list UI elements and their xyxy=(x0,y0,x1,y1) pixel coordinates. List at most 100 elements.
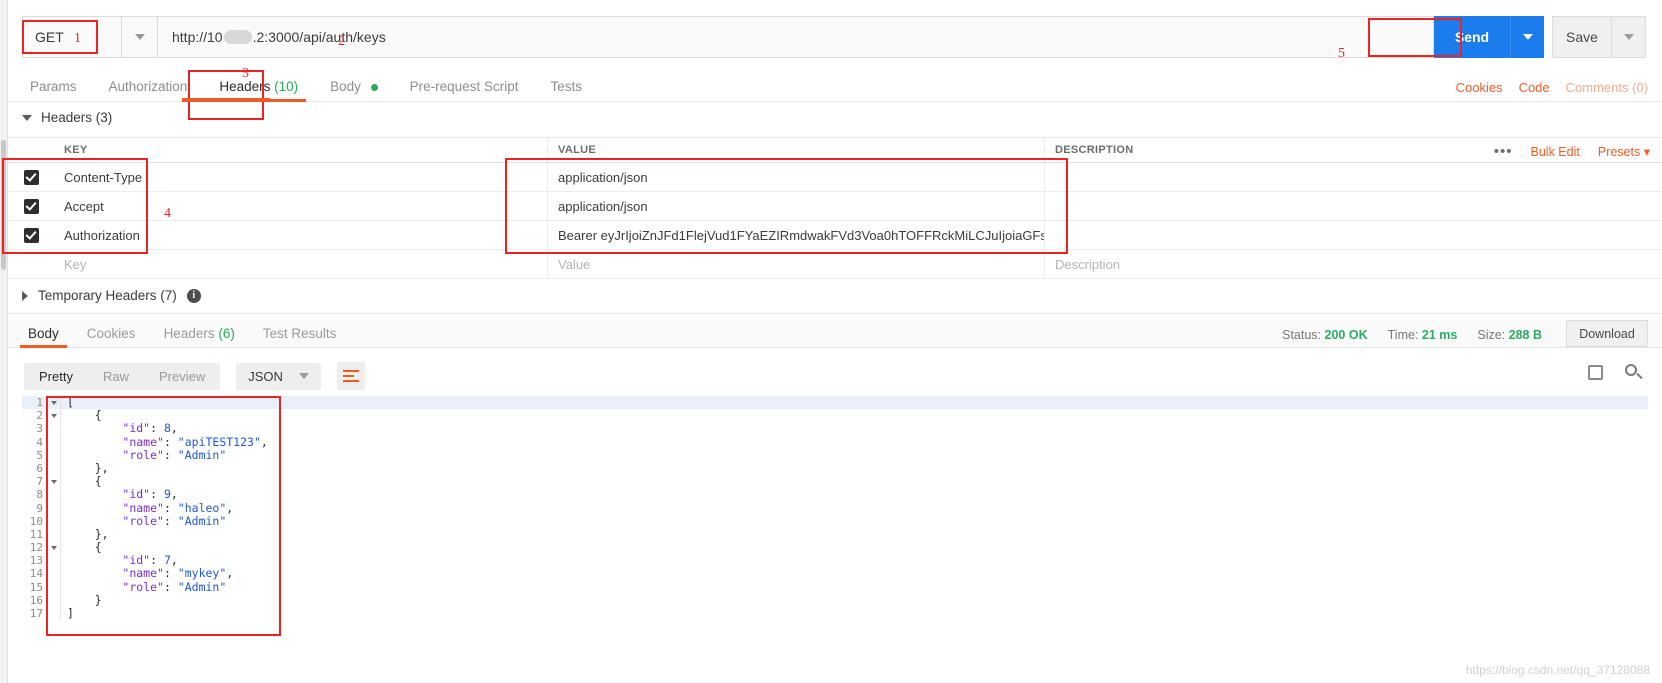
code-line: 12 { xyxy=(22,540,1648,555)
download-button[interactable]: Download xyxy=(1566,320,1648,347)
row-checkbox-cell[interactable] xyxy=(8,192,54,220)
token-key: "id" xyxy=(122,421,151,436)
checkbox-checked-icon[interactable] xyxy=(23,169,39,185)
copy-icon[interactable] xyxy=(1588,365,1603,380)
code-line: 8 "id": 9, xyxy=(22,487,1648,502)
header-description[interactable] xyxy=(1045,221,1662,249)
line-number: 7 xyxy=(36,475,43,489)
token-num: 7 xyxy=(163,553,171,568)
header-description[interactable] xyxy=(1045,163,1662,191)
token-key: "role" xyxy=(122,447,164,462)
http-method-select[interactable]: GET xyxy=(22,16,122,58)
size-value: 288 B xyxy=(1508,328,1542,342)
header-key[interactable]: Accept xyxy=(54,192,548,220)
fold-toggle-icon[interactable] xyxy=(48,479,60,484)
row-checkbox-cell[interactable] xyxy=(8,221,54,249)
chevron-down-icon xyxy=(134,34,145,40)
headers-table-actions: ••• Bulk Edit Presets ▾ xyxy=(1494,139,1650,164)
new-header-key-input[interactable]: Key xyxy=(54,250,548,278)
token-key: "id" xyxy=(122,487,151,502)
save-button[interactable]: Save xyxy=(1552,16,1612,58)
comments-link[interactable]: Comments (0) xyxy=(1566,80,1648,95)
request-tabs: Params Authorization Headers (10) Body P… xyxy=(8,72,1662,102)
row-checkbox-cell[interactable] xyxy=(8,250,54,278)
tab-params[interactable]: Params xyxy=(14,79,93,101)
response-body-code[interactable]: 1[2 {3 "id": 8, 4 "name": "apiTEST123", 5 … xyxy=(22,395,1648,683)
header-value[interactable]: application/json xyxy=(548,163,1045,191)
time-label: Time: xyxy=(1387,328,1419,342)
view-pretty[interactable]: Pretty xyxy=(24,363,88,390)
token-punct: : xyxy=(163,579,178,594)
cookies-link[interactable]: Cookies xyxy=(1456,80,1503,95)
temporary-headers-toggle[interactable]: Temporary Headers (7) i xyxy=(22,288,201,303)
header-key[interactable]: Content-Type xyxy=(54,163,548,191)
fold-toggle-icon[interactable] xyxy=(48,400,60,405)
checkbox-checked-icon[interactable] xyxy=(23,198,39,214)
fold-toggle-icon[interactable] xyxy=(48,413,60,418)
body-tools-right xyxy=(1588,364,1643,381)
header-value[interactable]: Bearer eyJrIjoiZnJFd1FlejVud1FYaEZIRmdwa… xyxy=(548,221,1045,249)
left-scrollbar-thumb[interactable] xyxy=(1,140,6,270)
response-tab-body[interactable]: Body xyxy=(14,326,73,348)
search-icon[interactable] xyxy=(1625,364,1643,381)
tab-headers[interactable]: Headers (10) xyxy=(203,79,314,102)
token-punct: , xyxy=(170,421,178,436)
code-line: 13 "id": 7, xyxy=(22,553,1648,568)
save-options-dropdown[interactable] xyxy=(1612,16,1646,58)
table-row[interactable]: Authorization Bearer eyJrIjoiZnJFd1FlejV… xyxy=(8,221,1662,250)
time-badge: Time: 21 ms xyxy=(1388,328,1458,342)
tab-label: Test Results xyxy=(262,326,337,341)
new-header-value-input[interactable]: Value xyxy=(548,250,1045,278)
token-punct: { xyxy=(94,540,102,555)
http-method-dropdown-toggle[interactable] xyxy=(122,16,158,58)
tab-authorization[interactable]: Authorization xyxy=(93,79,204,101)
code-text: ] xyxy=(61,606,74,620)
header-key[interactable]: Authorization xyxy=(54,221,548,249)
token-punct: , xyxy=(170,487,178,502)
line-number: 16 xyxy=(29,593,43,607)
tab-pre-request-script[interactable]: Pre-request Script xyxy=(394,79,535,101)
view-preview[interactable]: Preview xyxy=(144,363,220,390)
token-num: 8 xyxy=(163,421,171,436)
token-punct: [ xyxy=(67,395,74,409)
chevron-down-icon xyxy=(1522,34,1533,40)
response-tab-test-results[interactable]: Test Results xyxy=(249,326,351,347)
headers-section-toggle[interactable]: Headers (3) xyxy=(22,110,112,125)
info-icon[interactable]: i xyxy=(186,288,201,303)
view-raw[interactable]: Raw xyxy=(88,363,144,390)
send-button[interactable]: Send xyxy=(1434,16,1510,58)
wrap-lines-button[interactable] xyxy=(336,362,365,390)
code-link[interactable]: Code xyxy=(1519,80,1550,95)
tab-tests[interactable]: Tests xyxy=(534,79,598,101)
presets-dropdown[interactable]: Presets ▾ xyxy=(1598,144,1650,159)
watermark: https://blog.csdn.net/qq_37128088 xyxy=(1465,663,1650,677)
code-line: 5 "role": "Admin" xyxy=(22,447,1648,462)
code-line: 15 "role": "Admin" xyxy=(22,579,1648,594)
code-line: 16 } xyxy=(22,593,1648,607)
bulk-edit-link[interactable]: Bulk Edit xyxy=(1531,145,1580,159)
new-header-row[interactable]: Key Value Description xyxy=(8,250,1662,279)
new-header-description-input[interactable]: Description xyxy=(1045,250,1662,278)
checkbox-checked-icon[interactable] xyxy=(23,227,39,243)
table-row[interactable]: Accept application/json xyxy=(8,192,1662,221)
response-tabs: Body Cookies Headers (6) Test Results St… xyxy=(8,320,1662,348)
request-url-input[interactable]: http://10 .2:3000/api/auth/keys xyxy=(158,16,1434,58)
status-value: 200 OK xyxy=(1324,328,1368,342)
table-row[interactable]: Content-Type application/json xyxy=(8,163,1662,192)
body-format-select[interactable]: JSON xyxy=(236,362,321,390)
row-checkbox-cell[interactable] xyxy=(8,163,54,191)
response-tab-cookies[interactable]: Cookies xyxy=(73,326,150,347)
code-line: 1[ xyxy=(22,395,1648,410)
more-options-icon[interactable]: ••• xyxy=(1494,143,1513,160)
tab-label: Params xyxy=(30,79,77,94)
line-number: 6 xyxy=(36,461,43,475)
tab-label: Cookies xyxy=(86,326,136,341)
header-value[interactable]: application/json xyxy=(548,192,1045,220)
response-tab-headers[interactable]: Headers (6) xyxy=(150,326,249,347)
send-options-dropdown[interactable] xyxy=(1510,16,1544,58)
header-description[interactable] xyxy=(1045,192,1662,220)
tab-label: Headers (10) xyxy=(219,79,299,94)
tab-body[interactable]: Body xyxy=(314,79,394,101)
token-key: "name" xyxy=(122,500,164,515)
fold-toggle-icon[interactable] xyxy=(48,545,60,550)
